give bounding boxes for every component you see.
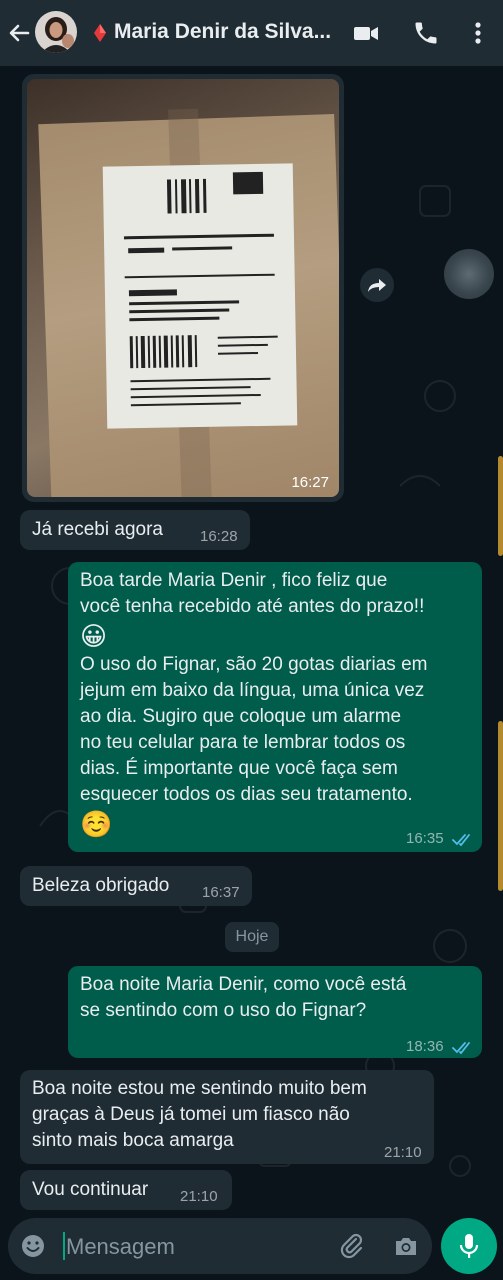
message-line: O uso do Fignar, são 20 gotas diarias em <box>80 654 428 675</box>
message-line: esquecer todos os dias seu tratamento. <box>80 784 413 805</box>
message-time: 21:10 <box>384 1144 422 1161</box>
outgoing-message[interactable]: Boa tarde Maria Denir , fico feliz que v… <box>68 562 482 852</box>
message-time: 18:36 <box>406 1038 444 1055</box>
incoming-message[interactable]: Já recebi agora 16:28 <box>20 510 250 550</box>
more-options-icon[interactable] <box>464 19 492 47</box>
message-line: ao dia. Sugiro que coloque um alarme <box>80 706 402 727</box>
chat-area[interactable]: 16:27 Já recebi agora 16:28 Boa tarde Ma… <box>0 66 503 1216</box>
message-line: graças à Deus já tomei um fiasco não <box>32 1104 350 1125</box>
diamond-badge-icon <box>93 23 107 43</box>
camera-icon[interactable] <box>392 1232 420 1260</box>
image-message[interactable]: 16:27 <box>22 74 344 502</box>
message-time: 21:10 <box>180 1188 218 1205</box>
chat-header: Maria Denir da Silva... <box>0 0 503 66</box>
incoming-message[interactable]: Vou continuar 21:10 <box>20 1170 232 1210</box>
microphone-button[interactable] <box>441 1218 497 1274</box>
message-line: dias. É importante que você faça sem <box>80 758 398 779</box>
message-line: você tenha recebido até antes do prazo!! <box>80 596 425 617</box>
microphone-icon <box>456 1232 482 1260</box>
paperclip-icon[interactable] <box>338 1232 366 1260</box>
message-text: Beleza obrigado <box>32 875 170 896</box>
read-receipt-icon <box>452 1037 474 1055</box>
text-cursor <box>63 1232 65 1260</box>
message-text: Boa noite estou me sentindo muito bem gr… <box>32 1076 428 1154</box>
date-divider: Hoje <box>225 922 279 952</box>
message-text: Vou continuar <box>32 1179 149 1200</box>
message-time: 16:28 <box>200 528 238 545</box>
message-line: Boa tarde Maria Denir , fico feliz que <box>80 570 388 591</box>
phone-icon[interactable] <box>412 19 440 47</box>
read-receipt-icon <box>452 829 474 847</box>
contact-name[interactable]: Maria Denir da Silva... <box>114 20 334 44</box>
message-text: Boa noite Maria Denir, como você está se… <box>80 972 476 1024</box>
scroll-indicator <box>498 721 503 891</box>
message-time: 16:27 <box>291 474 329 491</box>
message-line: se sentindo com o uso do Fignar? <box>80 1000 367 1021</box>
message-input-bar[interactable]: Mensagem <box>8 1218 432 1274</box>
video-call-icon[interactable] <box>352 19 380 47</box>
incoming-message[interactable]: Beleza obrigado 16:37 <box>20 866 252 906</box>
scroll-indicator <box>498 456 503 556</box>
message-input[interactable]: Mensagem <box>66 1234 175 1260</box>
emoji-icon[interactable] <box>20 1233 46 1259</box>
message-time: 16:37 <box>202 884 240 901</box>
message-text: Já recebi agora <box>32 519 163 540</box>
grinning-emoji: 😀 <box>80 621 108 651</box>
contact-avatar[interactable] <box>35 11 77 53</box>
scroll-down-icon[interactable] <box>444 249 494 299</box>
package-photo[interactable]: 16:27 <box>27 79 339 497</box>
message-line: Boa noite Maria Denir, como você está <box>80 974 407 995</box>
incoming-message[interactable]: Boa noite estou me sentindo muito bem gr… <box>20 1070 434 1164</box>
outgoing-message[interactable]: Boa noite Maria Denir, como você está se… <box>68 966 482 1058</box>
message-line: sinto mais boca amarga <box>32 1130 234 1151</box>
forward-icon[interactable] <box>360 268 394 302</box>
message-line: Boa noite estou me sentindo muito bem <box>32 1078 367 1099</box>
message-time: 16:35 <box>406 830 444 847</box>
back-arrow-icon[interactable] <box>6 20 32 46</box>
shipping-label <box>102 163 298 429</box>
message-text: Boa tarde Maria Denir , fico feliz que v… <box>80 568 476 840</box>
message-line: jejum em baixo da língua, uma única vez <box>80 680 425 701</box>
message-line: no teu celular para te lembrar todos os <box>80 732 406 753</box>
